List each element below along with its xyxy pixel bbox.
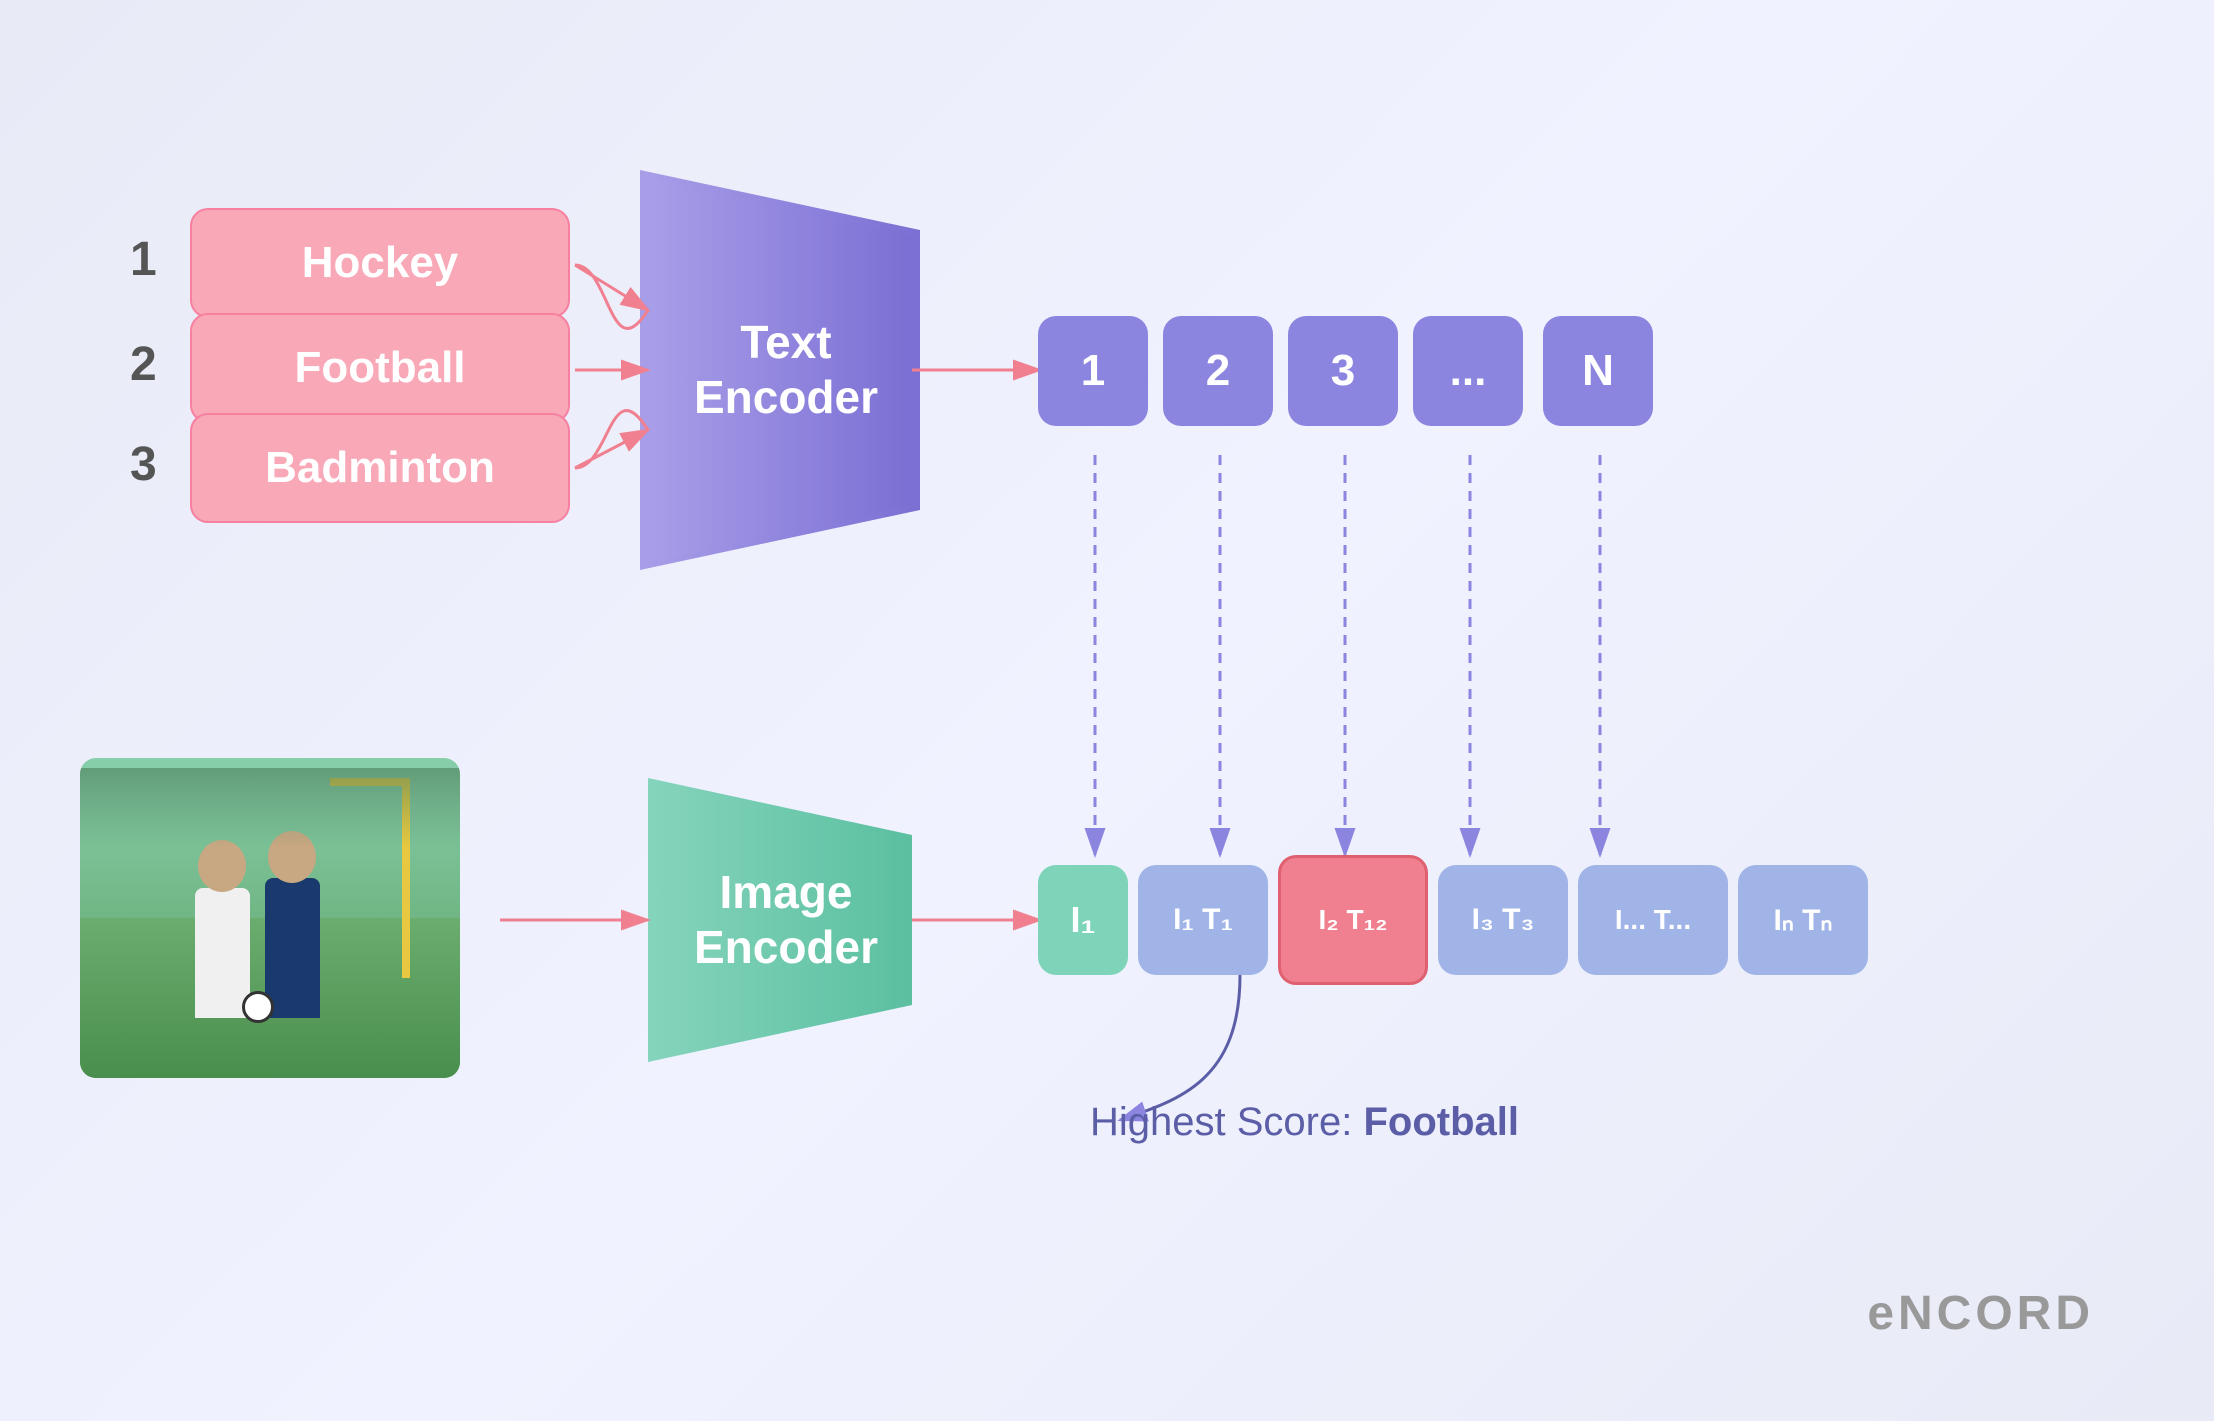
football-photo — [80, 758, 460, 1078]
label-num-1: 1 — [130, 232, 157, 287]
token-box-1: 1 — [1038, 316, 1148, 426]
bottom-token-i2t12: I₂ T₁₂ — [1278, 855, 1428, 985]
highest-score-label: Highest Score: Football — [1090, 1100, 1519, 1145]
token-box-N: N — [1543, 316, 1653, 426]
token-box-dots: ... — [1413, 316, 1523, 426]
input-box-badminton: Badminton — [190, 413, 570, 523]
token-box-3: 3 — [1288, 316, 1398, 426]
bottom-token-intn: Iₙ Tₙ — [1738, 865, 1868, 975]
bottom-token-i1: I₁ — [1038, 865, 1128, 975]
bottom-token-i1t1: I₁ T₁ — [1138, 865, 1268, 975]
label-num-3: 3 — [130, 437, 157, 492]
diagram-container: 1 2 3 Hockey Football Badminton Text Enc… — [0, 0, 2214, 1421]
token-box-2: 2 — [1163, 316, 1273, 426]
input-box-football: Football — [190, 313, 570, 423]
input-box-hockey: Hockey — [190, 208, 570, 318]
label-num-2: 2 — [130, 337, 157, 392]
encord-logo: eNCORD — [1867, 1286, 2094, 1341]
bottom-token-idots: I... T... — [1578, 865, 1728, 975]
text-encoder-label: Text Encoder — [686, 295, 886, 445]
image-encoder-label: Image Encoder — [686, 855, 886, 985]
bottom-token-i3t3: I₃ T₃ — [1438, 865, 1568, 975]
